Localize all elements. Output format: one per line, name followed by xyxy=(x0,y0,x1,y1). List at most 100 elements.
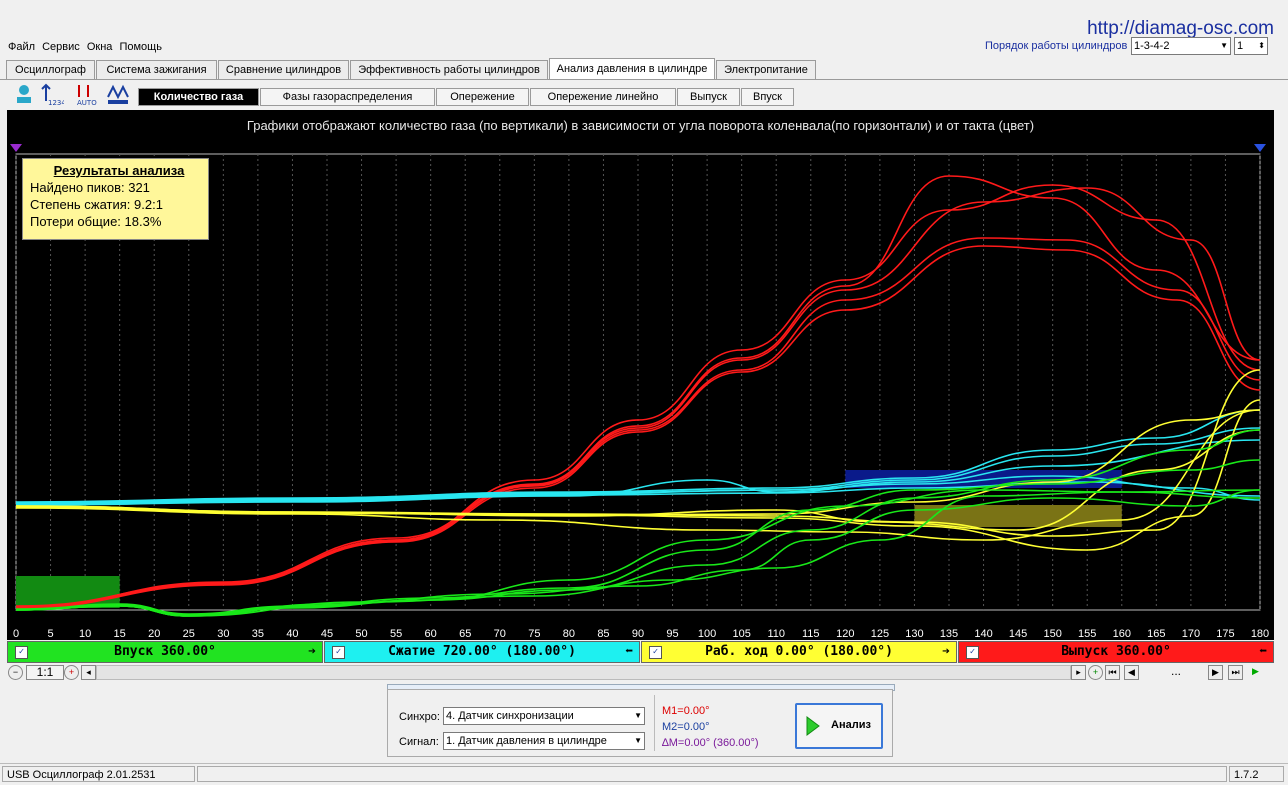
tab-power-supply[interactable]: Электропитание xyxy=(716,60,816,79)
x-tick-label: 140 xyxy=(974,628,992,640)
stroke-exhaust-bar[interactable]: ✓ Выпуск 360.00° ⬅ xyxy=(958,641,1274,663)
zoom-out-icon[interactable]: − xyxy=(8,665,23,680)
analyze-button[interactable]: Анализ xyxy=(795,703,883,749)
menu-help[interactable]: Помощь xyxy=(119,38,162,56)
x-tick-label: 130 xyxy=(905,628,923,640)
tab-cylinder-efficiency[interactable]: Эффективность работы цилиндров xyxy=(350,60,548,79)
prev-icon[interactable]: ◀ xyxy=(1124,665,1139,680)
compression-checkbox[interactable]: ✓ xyxy=(332,646,345,659)
subtab-intake[interactable]: Впуск xyxy=(741,88,794,106)
x-tick-label: 125 xyxy=(871,628,889,640)
status-bar: USB Осциллограф 2.01.2531 1.7.2 xyxy=(0,763,1288,785)
x-tick-label: 175 xyxy=(1216,628,1234,640)
subtab-exhaust[interactable]: Выпуск xyxy=(677,88,740,106)
tab-oscilloscope[interactable]: Осциллограф xyxy=(6,60,95,79)
stroke-power-bar[interactable]: ✓ Раб. ход 0.00° (180.00°) ➔ xyxy=(641,641,957,663)
play-icon xyxy=(806,716,820,736)
firing-order-select[interactable]: 1-3-4-2 ▼ xyxy=(1131,37,1231,55)
first-icon[interactable]: ⏮ xyxy=(1105,665,1120,680)
peaks-icon[interactable] xyxy=(106,83,130,107)
tab-pressure-analysis[interactable]: Анализ давления в цилиндре xyxy=(549,58,715,80)
power-checkbox[interactable]: ✓ xyxy=(649,646,662,659)
stroke-intake-bar[interactable]: ✓ Впуск 360.00° ➔ xyxy=(7,641,323,663)
x-tick-label: 170 xyxy=(1182,628,1200,640)
x-tick-label: 95 xyxy=(666,628,678,640)
auto-icon[interactable]: AUTO xyxy=(76,83,100,107)
signal-label: Сигнал: xyxy=(399,736,439,748)
x-tick-label: 70 xyxy=(494,628,506,640)
subtab-advance[interactable]: Опережение xyxy=(436,88,529,106)
x-tick-label: 120 xyxy=(836,628,854,640)
stroke-compression-bar[interactable]: ✓ Сжатие 720.00° (180.00°) ⬅ xyxy=(324,641,640,663)
gas-chart[interactable]: Графики отображают количество газа (по в… xyxy=(7,110,1274,640)
sync-select[interactable]: 4. Датчик синхронизации ▼ xyxy=(443,707,645,725)
subtab-valve-timing[interactable]: Фазы газораспределения xyxy=(260,88,435,106)
play-icon[interactable]: ▶ xyxy=(1248,665,1263,680)
x-tick-label: 50 xyxy=(355,628,367,640)
x-tick-label: 15 xyxy=(114,628,126,640)
subtab-gas-amount[interactable]: Количество газа xyxy=(138,88,259,106)
zoom-in-icon[interactable]: + xyxy=(64,665,79,680)
control-panel: Синхро: 4. Датчик синхронизации ▼ Сигнал:… xyxy=(387,689,893,757)
scroll-right-icon[interactable]: ▸ xyxy=(1071,665,1086,680)
cylinder-select[interactable]: 1 ⬍ xyxy=(1234,37,1268,55)
arrow-right-icon[interactable]: ➔ xyxy=(308,642,316,662)
cylinder-value: 1 xyxy=(1237,40,1244,52)
scroll-row: − 1:1 + ◂ ▸ + ⏮ ◀ ... ▶ ⏭ ▶ xyxy=(6,665,1274,681)
intake-checkbox[interactable]: ✓ xyxy=(15,646,28,659)
x-tick-label: 150 xyxy=(1043,628,1061,640)
tree-icon[interactable] xyxy=(12,83,36,107)
results-compression: Степень сжатия: 9.2:1 xyxy=(30,197,163,212)
last-icon[interactable]: ⏭ xyxy=(1228,665,1243,680)
signal-select[interactable]: 1. Датчик давления в цилиндре ▼ xyxy=(443,732,645,750)
status-middle xyxy=(197,766,1227,782)
x-tick-label: 40 xyxy=(286,628,298,640)
results-peaks: Найдено пиков: 321 xyxy=(30,180,150,195)
arrow-right-icon[interactable]: ➔ xyxy=(942,642,950,662)
x-tick-label: 165 xyxy=(1147,628,1165,640)
exhaust-checkbox[interactable]: ✓ xyxy=(966,646,979,659)
x-tick-label: 65 xyxy=(459,628,471,640)
analyze-label: Анализ xyxy=(831,719,871,731)
horizontal-scrollbar[interactable] xyxy=(96,665,1071,680)
tab-divider xyxy=(0,79,1288,80)
power-label: Раб. ход 0.00° (180.00°) xyxy=(705,644,893,659)
nav-position: ... xyxy=(1170,664,1181,678)
marker-m2-triangle xyxy=(1254,144,1266,152)
x-tick-label: 45 xyxy=(321,628,333,640)
x-tick-label: 30 xyxy=(217,628,229,640)
signal-value: 1. Датчик давления в цилиндре xyxy=(446,735,607,747)
dropdown-arrow-icon: ▼ xyxy=(1220,41,1228,50)
x-tick-label: 5 xyxy=(47,628,53,640)
next-icon[interactable]: ▶ xyxy=(1208,665,1223,680)
status-app: USB Осциллограф 2.01.2531 xyxy=(2,766,195,782)
tab-cylinder-compare[interactable]: Сравнение цилиндров xyxy=(218,60,349,79)
add-icon[interactable]: + xyxy=(1088,665,1103,680)
subtab-advance-linear[interactable]: Опережение линейно xyxy=(530,88,676,106)
intake-label: Впуск 360.00° xyxy=(114,644,216,659)
menu-windows[interactable]: Окна xyxy=(87,38,113,56)
x-tick-label: 75 xyxy=(528,628,540,640)
tab-ignition[interactable]: Система зажигания xyxy=(96,60,217,79)
spin-arrow-icon: ⬍ xyxy=(1258,41,1265,50)
panel-divider xyxy=(654,695,655,751)
svg-text:AUTO: AUTO xyxy=(77,99,97,107)
arrow-left-icon[interactable]: ⬅ xyxy=(625,642,633,662)
marker-m1-triangle xyxy=(10,144,22,152)
marker-m2: M2=0.00° xyxy=(662,721,710,733)
arrow-left-icon[interactable]: ⬅ xyxy=(1259,642,1267,662)
x-tick-label: 90 xyxy=(632,628,644,640)
menu-file[interactable]: Файл xyxy=(8,38,35,56)
marker-m1: M1=0.00° xyxy=(662,705,710,717)
scroll-left-icon[interactable]: ◂ xyxy=(81,665,96,680)
x-tick-label: 80 xyxy=(563,628,575,640)
x-tick-label: 135 xyxy=(940,628,958,640)
scale-icon[interactable]: 1234 xyxy=(40,83,64,107)
x-tick-label: 35 xyxy=(252,628,264,640)
x-tick-label: 10 xyxy=(79,628,91,640)
x-tick-label: 160 xyxy=(1113,628,1131,640)
x-tick-label: 0 xyxy=(13,628,19,640)
x-tick-label: 180 xyxy=(1251,628,1269,640)
menu-service[interactable]: Сервис xyxy=(42,38,80,56)
x-tick-label: 20 xyxy=(148,628,160,640)
